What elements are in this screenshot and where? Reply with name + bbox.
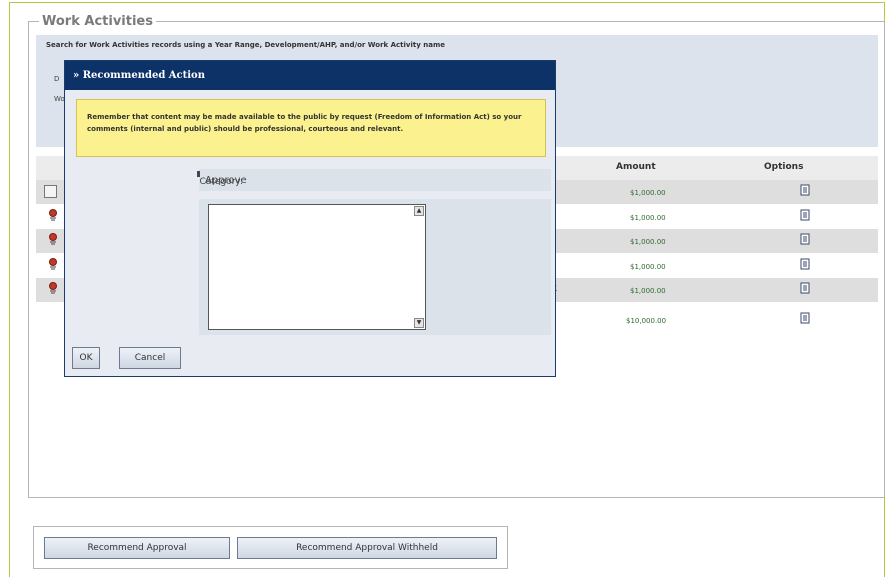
- status-icon[interactable]: [48, 209, 58, 221]
- recommended-action-dialog: » Recommended Action Remember that conte…: [64, 60, 556, 377]
- development-label: D: [54, 75, 60, 83]
- action-button-group: Recommend Approval Recommend Approval Wi…: [33, 526, 508, 569]
- scroll-down-icon[interactable]: ▼: [414, 318, 424, 328]
- work-activities-legend: Work Activities: [42, 14, 153, 29]
- status-icon[interactable]: [48, 233, 58, 245]
- dialog-title: » Recommended Action: [65, 61, 555, 90]
- status-icon[interactable]: [48, 258, 58, 270]
- foia-warning: Remember that content may be made availa…: [76, 99, 546, 157]
- category-row: [199, 169, 551, 191]
- recommend-approval-withheld-button[interactable]: Recommend Approval Withheld: [237, 537, 497, 559]
- reason-scrollbar[interactable]: ▲ ▼: [414, 206, 424, 328]
- status-icon[interactable]: [48, 282, 58, 294]
- document-icon[interactable]: [800, 282, 810, 294]
- scroll-up-icon[interactable]: ▲: [414, 206, 424, 216]
- total-amount: $10,000.00: [626, 317, 667, 325]
- ok-button[interactable]: OK: [72, 347, 100, 369]
- amount-column-header: Amount: [616, 162, 656, 172]
- row-amount: $1,000.00: [630, 287, 666, 295]
- recommend-approval-button[interactable]: Recommend Approval: [44, 537, 230, 559]
- search-hint: Search for Work Activities records using…: [46, 41, 445, 49]
- options-column-header: Options: [764, 162, 804, 172]
- reason-textarea[interactable]: [208, 204, 426, 330]
- row-amount: $1,000.00: [630, 189, 666, 197]
- document-icon[interactable]: [800, 209, 810, 221]
- document-icon[interactable]: [800, 258, 810, 270]
- row-amount: $1,000.00: [630, 263, 666, 271]
- row-amount: $1,000.00: [630, 238, 666, 246]
- category-select[interactable]: Approve: [205, 175, 247, 186]
- document-icon[interactable]: [800, 184, 810, 196]
- row-checkbox[interactable]: [44, 185, 57, 198]
- cancel-button[interactable]: Cancel: [119, 347, 181, 369]
- row-amount: $1,000.00: [630, 214, 666, 222]
- document-icon[interactable]: [800, 233, 810, 245]
- document-icon[interactable]: [800, 312, 810, 324]
